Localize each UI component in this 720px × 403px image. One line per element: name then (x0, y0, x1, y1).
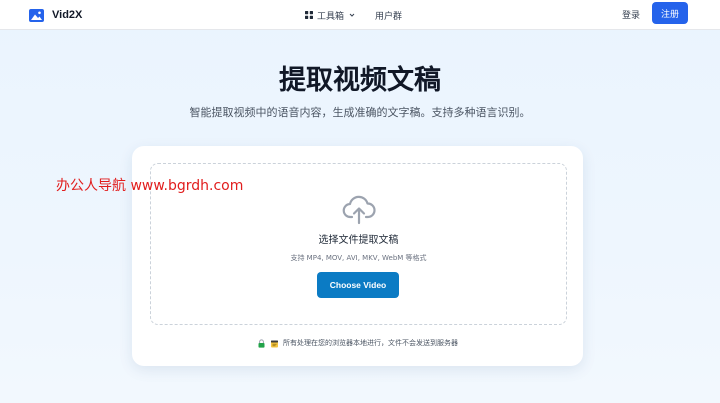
supported-formats: 支持 MP4, MOV, AVI, MKV, WebM 等格式 (290, 254, 427, 262)
privacy-text: 所有处理在您的浏览器本地进行，文件不会发送到服务器 (283, 339, 458, 347)
page-title: 提取视频文稿 (279, 65, 441, 96)
top-navbar: Vid2X 工具箱 用户群 登录 注册 (0, 0, 720, 30)
privacy-note: 所有处理在您的浏览器本地进行，文件不会发送到服务器 (132, 338, 583, 348)
brand-logo[interactable]: Vid2X (29, 7, 82, 23)
login-link[interactable]: 登录 (622, 8, 640, 21)
choose-video-button[interactable]: Choose Video (317, 272, 399, 298)
watermark-text: 办公人导航 www.bgrdh.com (56, 178, 244, 194)
main-nav: 工具箱 用户群 (305, 8, 402, 22)
chevron-down-icon (349, 13, 355, 17)
image-icon (29, 8, 44, 22)
lock-icon (258, 338, 265, 348)
signup-button[interactable]: 注册 (652, 2, 688, 24)
nav-users-link[interactable]: 用户群 (375, 9, 402, 22)
page-subtitle: 智能提取视频中的语音内容，生成准确的文字稿。支持多种语言识别。 (189, 106, 531, 119)
dropzone-title: 选择文件提取文稿 (318, 235, 399, 246)
nav-tools-dropdown[interactable]: 工具箱 (305, 9, 355, 22)
notepad-icon (271, 340, 278, 347)
nav-tools-label: 工具箱 (317, 11, 345, 22)
cloud-upload-icon (342, 195, 376, 225)
brand-name: Vid2X (52, 9, 83, 21)
grid-icon (305, 11, 313, 19)
